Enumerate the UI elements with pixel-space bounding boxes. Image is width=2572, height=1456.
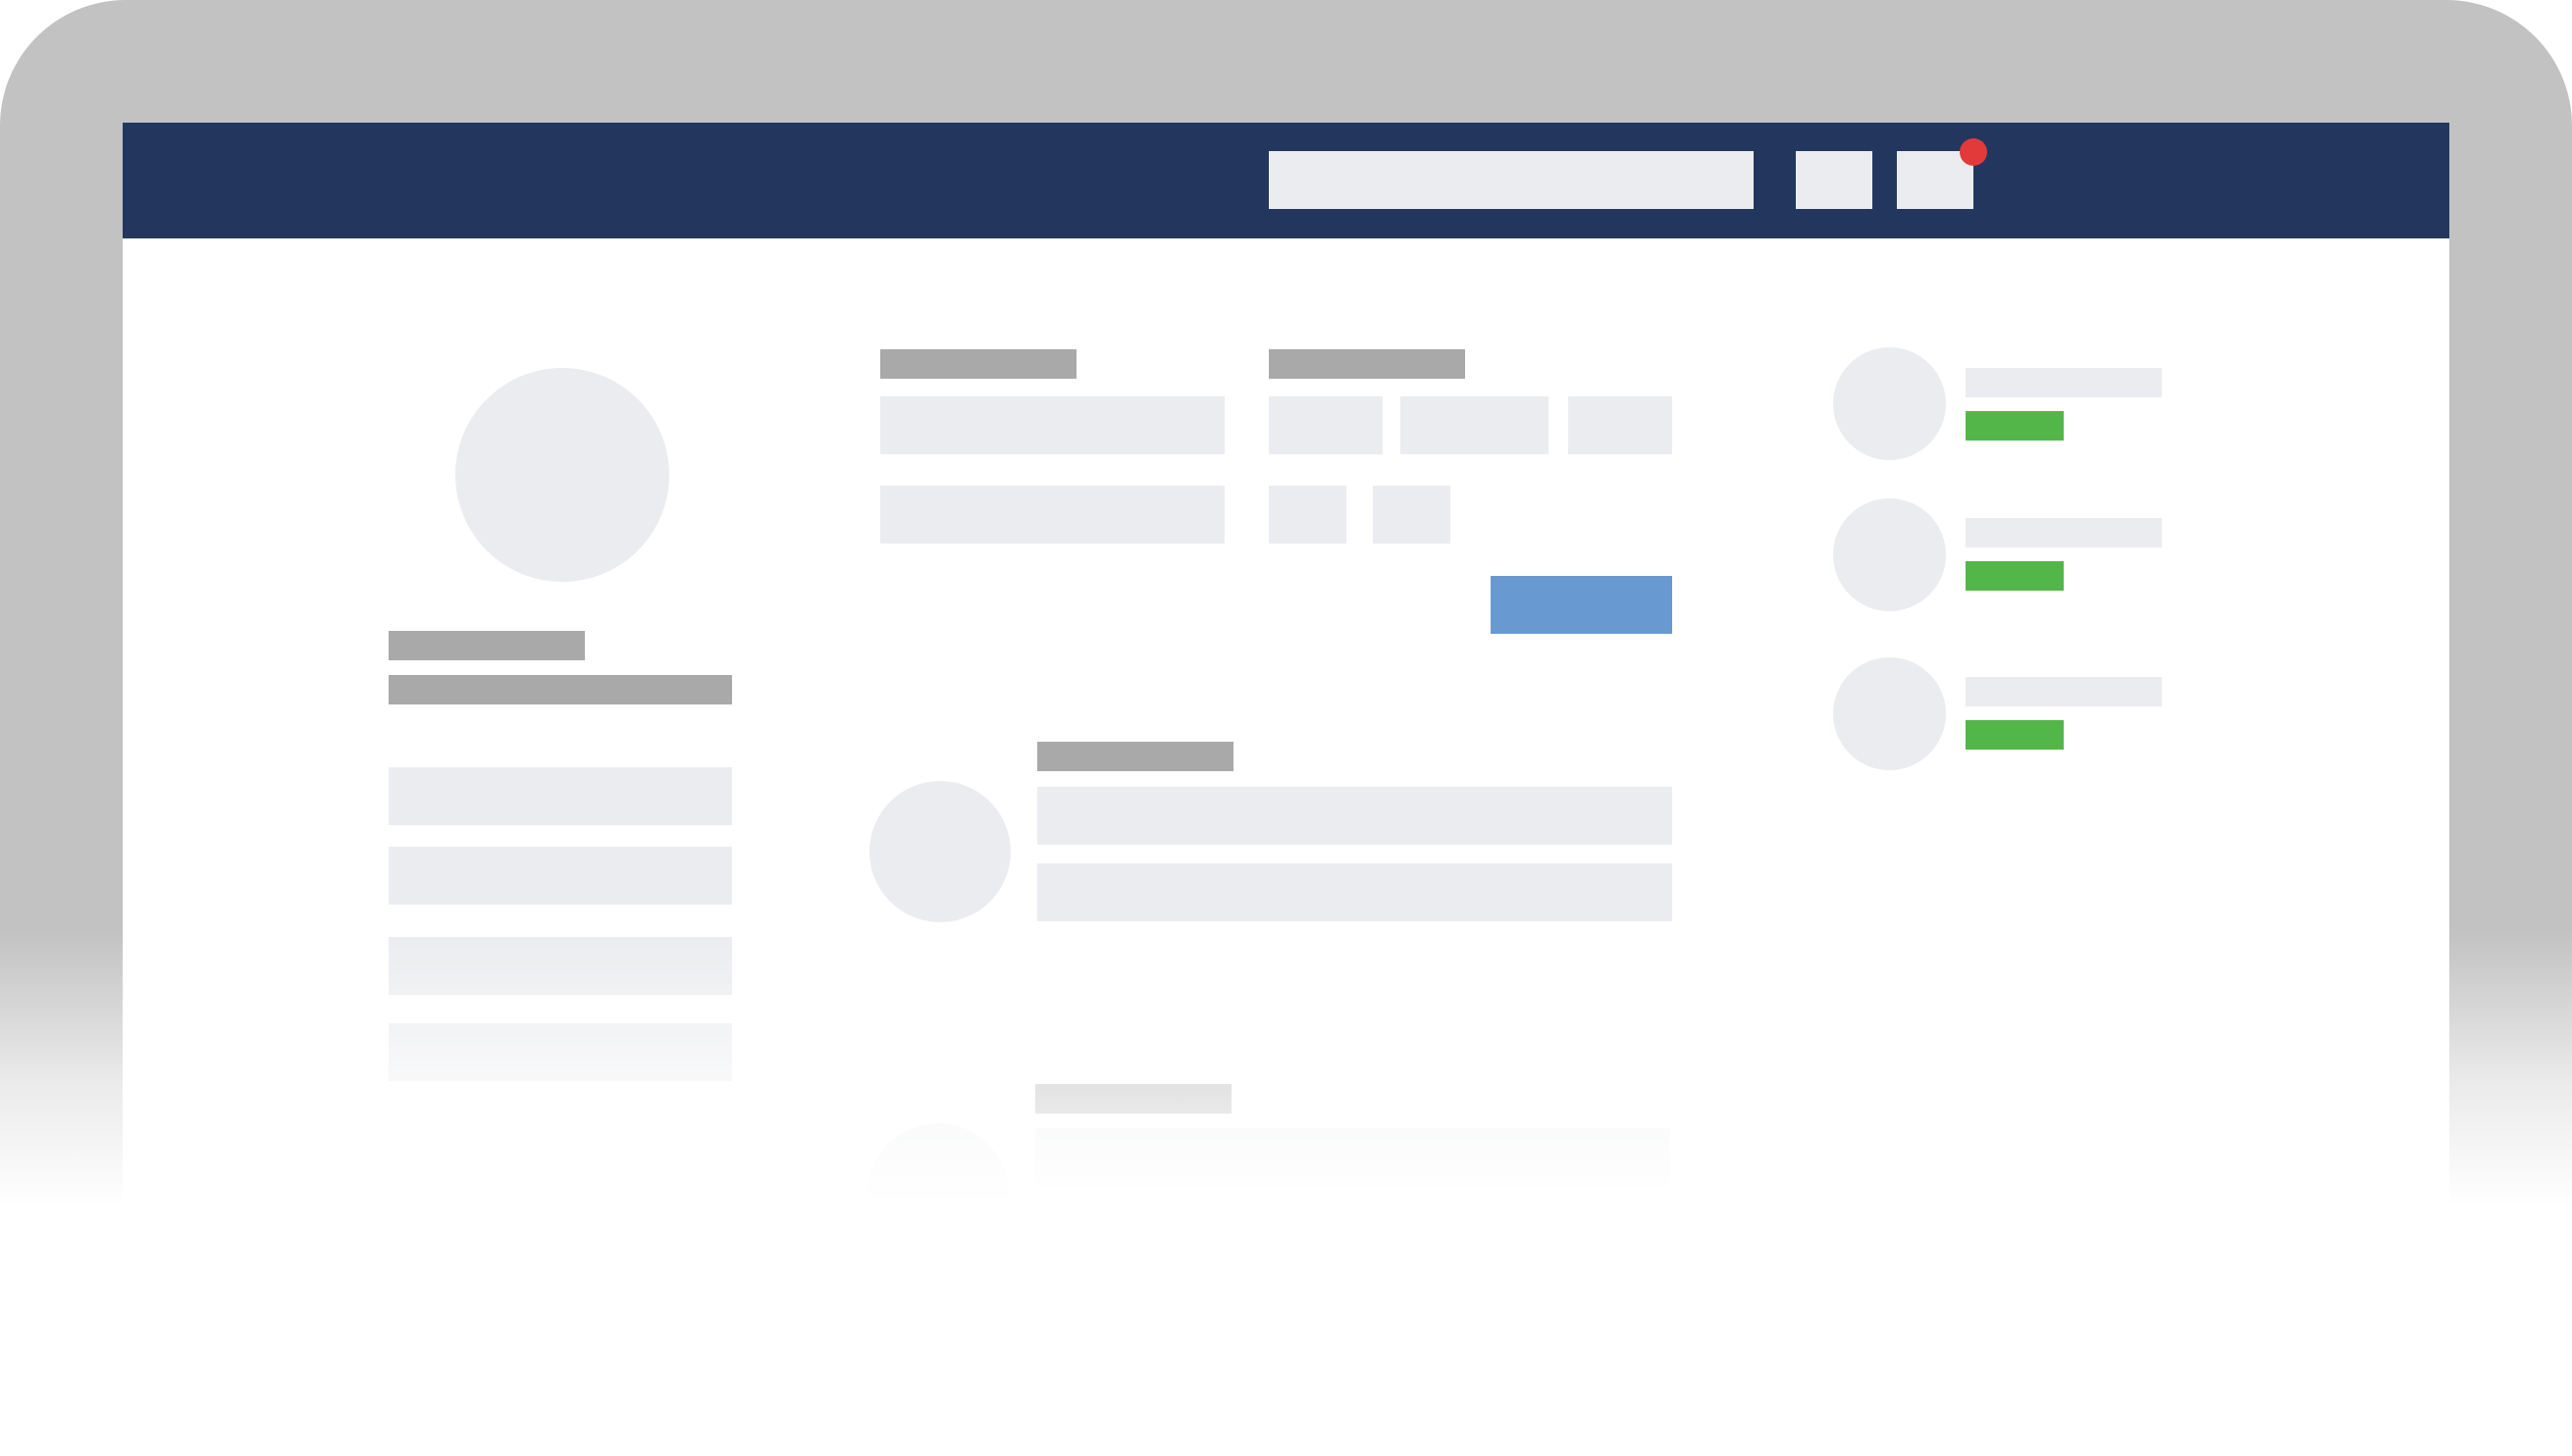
post-title xyxy=(1037,742,1234,771)
form-option-field[interactable] xyxy=(1400,396,1548,454)
profile-subtitle xyxy=(389,675,732,704)
profile-menu-item[interactable] xyxy=(389,767,732,825)
form-option-field[interactable] xyxy=(1269,396,1383,454)
app-mockup xyxy=(0,0,2572,1456)
post-text-line xyxy=(1037,787,1672,845)
profile-name xyxy=(389,631,585,660)
form-heading-right xyxy=(1269,349,1465,379)
action-button[interactable] xyxy=(1796,151,1872,209)
contact-name xyxy=(1966,677,2162,706)
top-navigation-bar xyxy=(123,123,2449,238)
form-option-field[interactable] xyxy=(1373,486,1450,544)
form-heading-left xyxy=(880,349,1076,379)
contact-avatar[interactable] xyxy=(1833,498,1946,611)
notification-badge-icon xyxy=(1960,138,1987,166)
form-text-field[interactable] xyxy=(880,486,1225,544)
form-option-field[interactable] xyxy=(1269,486,1346,544)
form-text-field[interactable] xyxy=(880,396,1225,454)
contact-status-badge xyxy=(1966,720,2064,750)
contact-status-badge xyxy=(1966,561,2064,591)
contact-name xyxy=(1966,518,2162,547)
contact-name xyxy=(1966,368,2162,397)
contact-avatar[interactable] xyxy=(1833,347,1946,460)
profile-avatar[interactable] xyxy=(455,368,669,582)
profile-menu-item[interactable] xyxy=(389,847,732,905)
contact-avatar[interactable] xyxy=(1833,657,1946,770)
contact-status-badge xyxy=(1966,411,2064,441)
search-input[interactable] xyxy=(1269,151,1754,209)
post-text-line xyxy=(1037,863,1672,921)
post-author-avatar[interactable] xyxy=(869,781,1011,922)
submit-button[interactable] xyxy=(1491,576,1672,634)
bottom-fade-overlay xyxy=(0,932,2572,1456)
form-option-field[interactable] xyxy=(1568,396,1672,454)
